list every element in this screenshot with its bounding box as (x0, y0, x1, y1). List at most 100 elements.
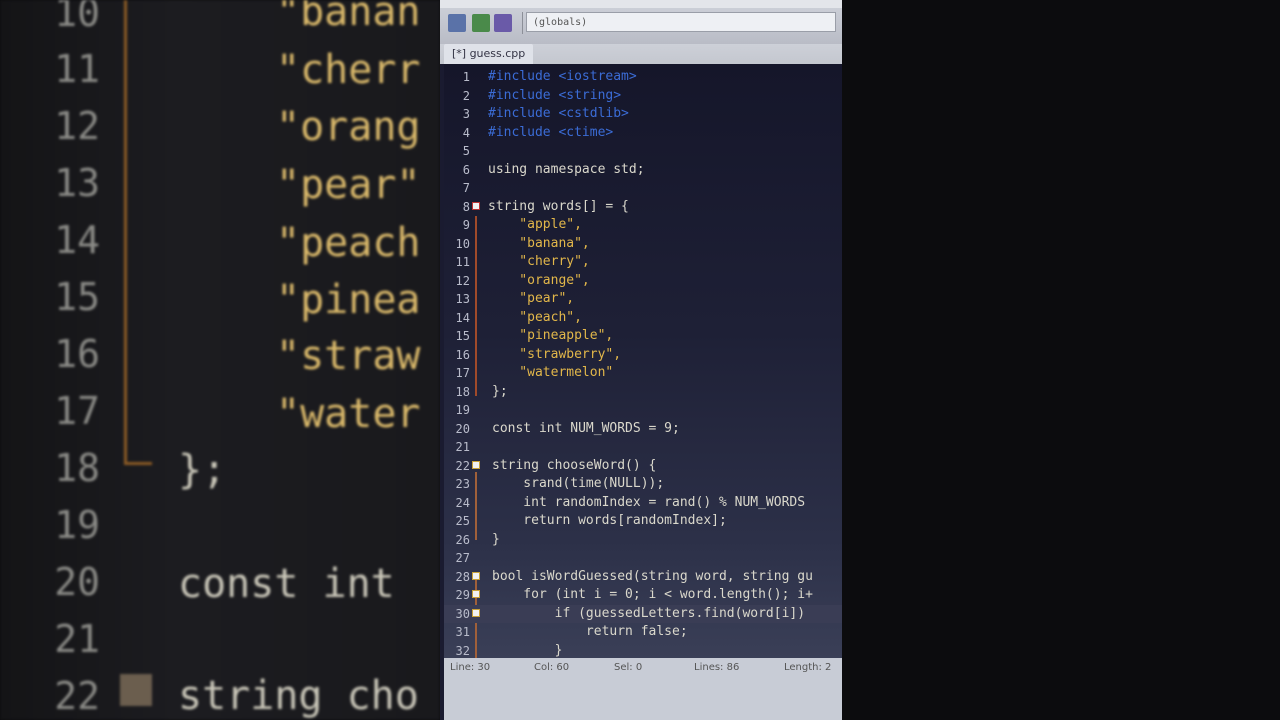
line-number: 28 (455, 569, 470, 584)
code-text: #include <string> (488, 87, 622, 103)
code-line[interactable]: 29 for (int i = 0; i < word.length(); i+ (444, 586, 842, 604)
code-text: using namespace std; (488, 161, 645, 177)
bg-line-number: 12 (54, 104, 100, 148)
line-number: 3 (462, 107, 470, 121)
tab-guess-cpp[interactable]: [*] guess.cpp (444, 44, 534, 64)
code-text: "apple", (488, 217, 582, 232)
code-line[interactable]: 11 "cherry", (444, 253, 842, 271)
code-text: string chooseWord() { (492, 457, 657, 473)
code-text: string words[] = { (488, 198, 629, 214)
line-number: 12 (455, 273, 470, 288)
code-line[interactable]: 14 "peach", (444, 309, 842, 327)
fold-toggle-icon[interactable] (472, 460, 480, 469)
fold-guide-end (124, 462, 152, 465)
bg-line-number: 14 (54, 218, 100, 262)
line-number: 14 (455, 310, 470, 325)
line-number: 5 (462, 144, 470, 158)
bg-code-string: "cherr (276, 47, 421, 93)
bg-code-string: "water (276, 391, 421, 437)
bg-code-string: "peach (276, 220, 421, 266)
line-number: 9 (462, 218, 470, 232)
line-number: 25 (455, 514, 470, 528)
code-line[interactable]: 30 if (guessedLetters.find(word[i]) (444, 604, 842, 623)
code-text: int randomIndex = rand() % NUM_WORDS (492, 494, 806, 510)
fold-toggle-icon[interactable] (472, 590, 480, 598)
code-line[interactable]: 20 const int NUM_WORDS = 9; (444, 420, 842, 438)
dark-background (842, 0, 1280, 720)
code-text: }; (492, 383, 508, 399)
bg-line-number: 21 (54, 617, 100, 661)
code-line[interactable]: 27 (444, 549, 842, 567)
code-text: if (guessedLetters.find(word[i]) (492, 605, 806, 621)
code-line[interactable]: 1 #include <iostream> (444, 68, 842, 86)
fold-toggle-icon[interactable] (472, 608, 480, 617)
line-number: 1 (462, 70, 470, 84)
bg-code-line: }; (178, 447, 227, 493)
status-sel: Sel: 0 (614, 662, 643, 673)
line-number: 20 (455, 421, 470, 436)
code-line[interactable]: 8 string words[] = { (444, 198, 842, 216)
bg-line-number: 20 (54, 560, 100, 604)
code-line[interactable]: 32 } (444, 642, 842, 660)
code-text: return words[randomIndex]; (492, 513, 727, 528)
code-line[interactable]: 21 (444, 438, 842, 456)
code-editor[interactable]: 1 #include <iostream> 2 #include <string> 3 #… (444, 64, 842, 658)
bg-code-string: "straw (276, 333, 421, 379)
code-line[interactable]: 25 return words[randomIndex]; (444, 512, 842, 530)
code-line[interactable]: 12 "orange", (444, 272, 842, 290)
tab-bar: [*] guess.cpp (440, 44, 842, 64)
code-line[interactable]: 16 "strawberry", (444, 346, 842, 364)
code-line[interactable]: 5 (444, 142, 842, 160)
code-line[interactable]: 10 "banana", (444, 235, 842, 253)
line-number: 13 (455, 292, 470, 306)
zoomed-editor-background: 10 11 12 13 14 15 16 17 18 19 20 21 22 "… (0, 0, 440, 720)
code-text: "cherry", (488, 254, 590, 269)
line-number: 4 (462, 125, 470, 140)
code-line[interactable]: 22 string chooseWord() { (444, 457, 842, 475)
scope-select[interactable]: (globals) (526, 12, 836, 32)
code-line[interactable]: 2 #include <string> (444, 87, 842, 105)
line-number: 10 (455, 236, 470, 251)
code-line[interactable]: 13 "pear", (444, 290, 842, 308)
back-icon[interactable] (472, 14, 490, 32)
code-line[interactable]: 3 #include <cstdlib> (444, 105, 842, 123)
ide-window: (globals) [*] guess.cpp 1 #include <iostr… (440, 0, 842, 720)
code-text: "pineapple", (488, 328, 614, 343)
line-number: 2 (462, 88, 470, 103)
toolbar-top-strip (440, 0, 842, 8)
code-text: const int NUM_WORDS = 9; (492, 420, 680, 436)
code-line[interactable]: 26} (444, 531, 842, 549)
fold-toggle-icon[interactable] (472, 571, 480, 580)
code-text: "pear", (488, 291, 575, 306)
bg-line-number: 16 (54, 332, 100, 376)
class-browser-icon[interactable] (448, 14, 466, 32)
code-line[interactable]: 4 #include <ctime> (444, 124, 842, 142)
code-line[interactable]: 31 return false; (444, 623, 842, 641)
line-number: 11 (455, 255, 470, 269)
code-line[interactable]: 19 (444, 401, 842, 419)
code-text: #include <iostream> (488, 69, 637, 84)
bookmark-icon[interactable] (494, 14, 512, 32)
line-number: 22 (455, 458, 470, 473)
line-number: 8 (462, 199, 470, 214)
code-line[interactable]: 7 (444, 179, 842, 197)
code-text: "strawberry", (488, 346, 622, 362)
line-number: 30 (455, 606, 470, 621)
fold-toggle-icon[interactable] (472, 201, 480, 210)
code-line[interactable]: 28 bool isWordGuessed(string word, string… (444, 568, 842, 586)
code-line[interactable]: 24 int randomIndex = rand() % NUM_WORDS (444, 494, 842, 512)
line-number: 31 (455, 625, 470, 639)
code-text: bool isWordGuessed(string word, string g… (492, 568, 813, 584)
line-number: 17 (455, 366, 470, 380)
code-line[interactable]: 23 srand(time(NULL)); (444, 475, 842, 493)
toolbar: (globals) (440, 0, 842, 44)
bg-code-string: "pear" (276, 162, 421, 208)
code-line[interactable]: 15 "pineapple", (444, 327, 842, 345)
code-line[interactable]: 9 "apple", (444, 216, 842, 234)
line-number: 6 (462, 162, 470, 177)
code-line[interactable]: 17 "watermelon" (444, 364, 842, 382)
status-line: Line: 30 (450, 662, 491, 673)
code-line[interactable]: 18}; (444, 383, 842, 401)
line-number: 24 (455, 495, 470, 510)
code-line[interactable]: 6 using namespace std; (444, 161, 842, 179)
